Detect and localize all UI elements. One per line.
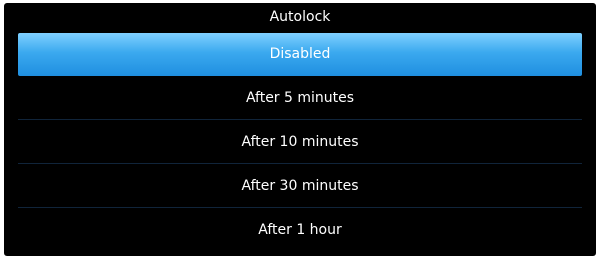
autolock-dialog: Autolock Disabled After 5 minutes After … (4, 3, 596, 256)
option-after-5-minutes[interactable]: After 5 minutes (18, 76, 582, 120)
option-after-30-minutes[interactable]: After 30 minutes (18, 164, 582, 208)
dialog-title: Autolock (269, 9, 331, 25)
option-disabled[interactable]: Disabled (18, 33, 582, 76)
option-after-1-hour[interactable]: After 1 hour (18, 208, 582, 252)
autolock-options-list: Disabled After 5 minutes After 10 minute… (4, 31, 596, 252)
option-after-10-minutes[interactable]: After 10 minutes (18, 120, 582, 164)
